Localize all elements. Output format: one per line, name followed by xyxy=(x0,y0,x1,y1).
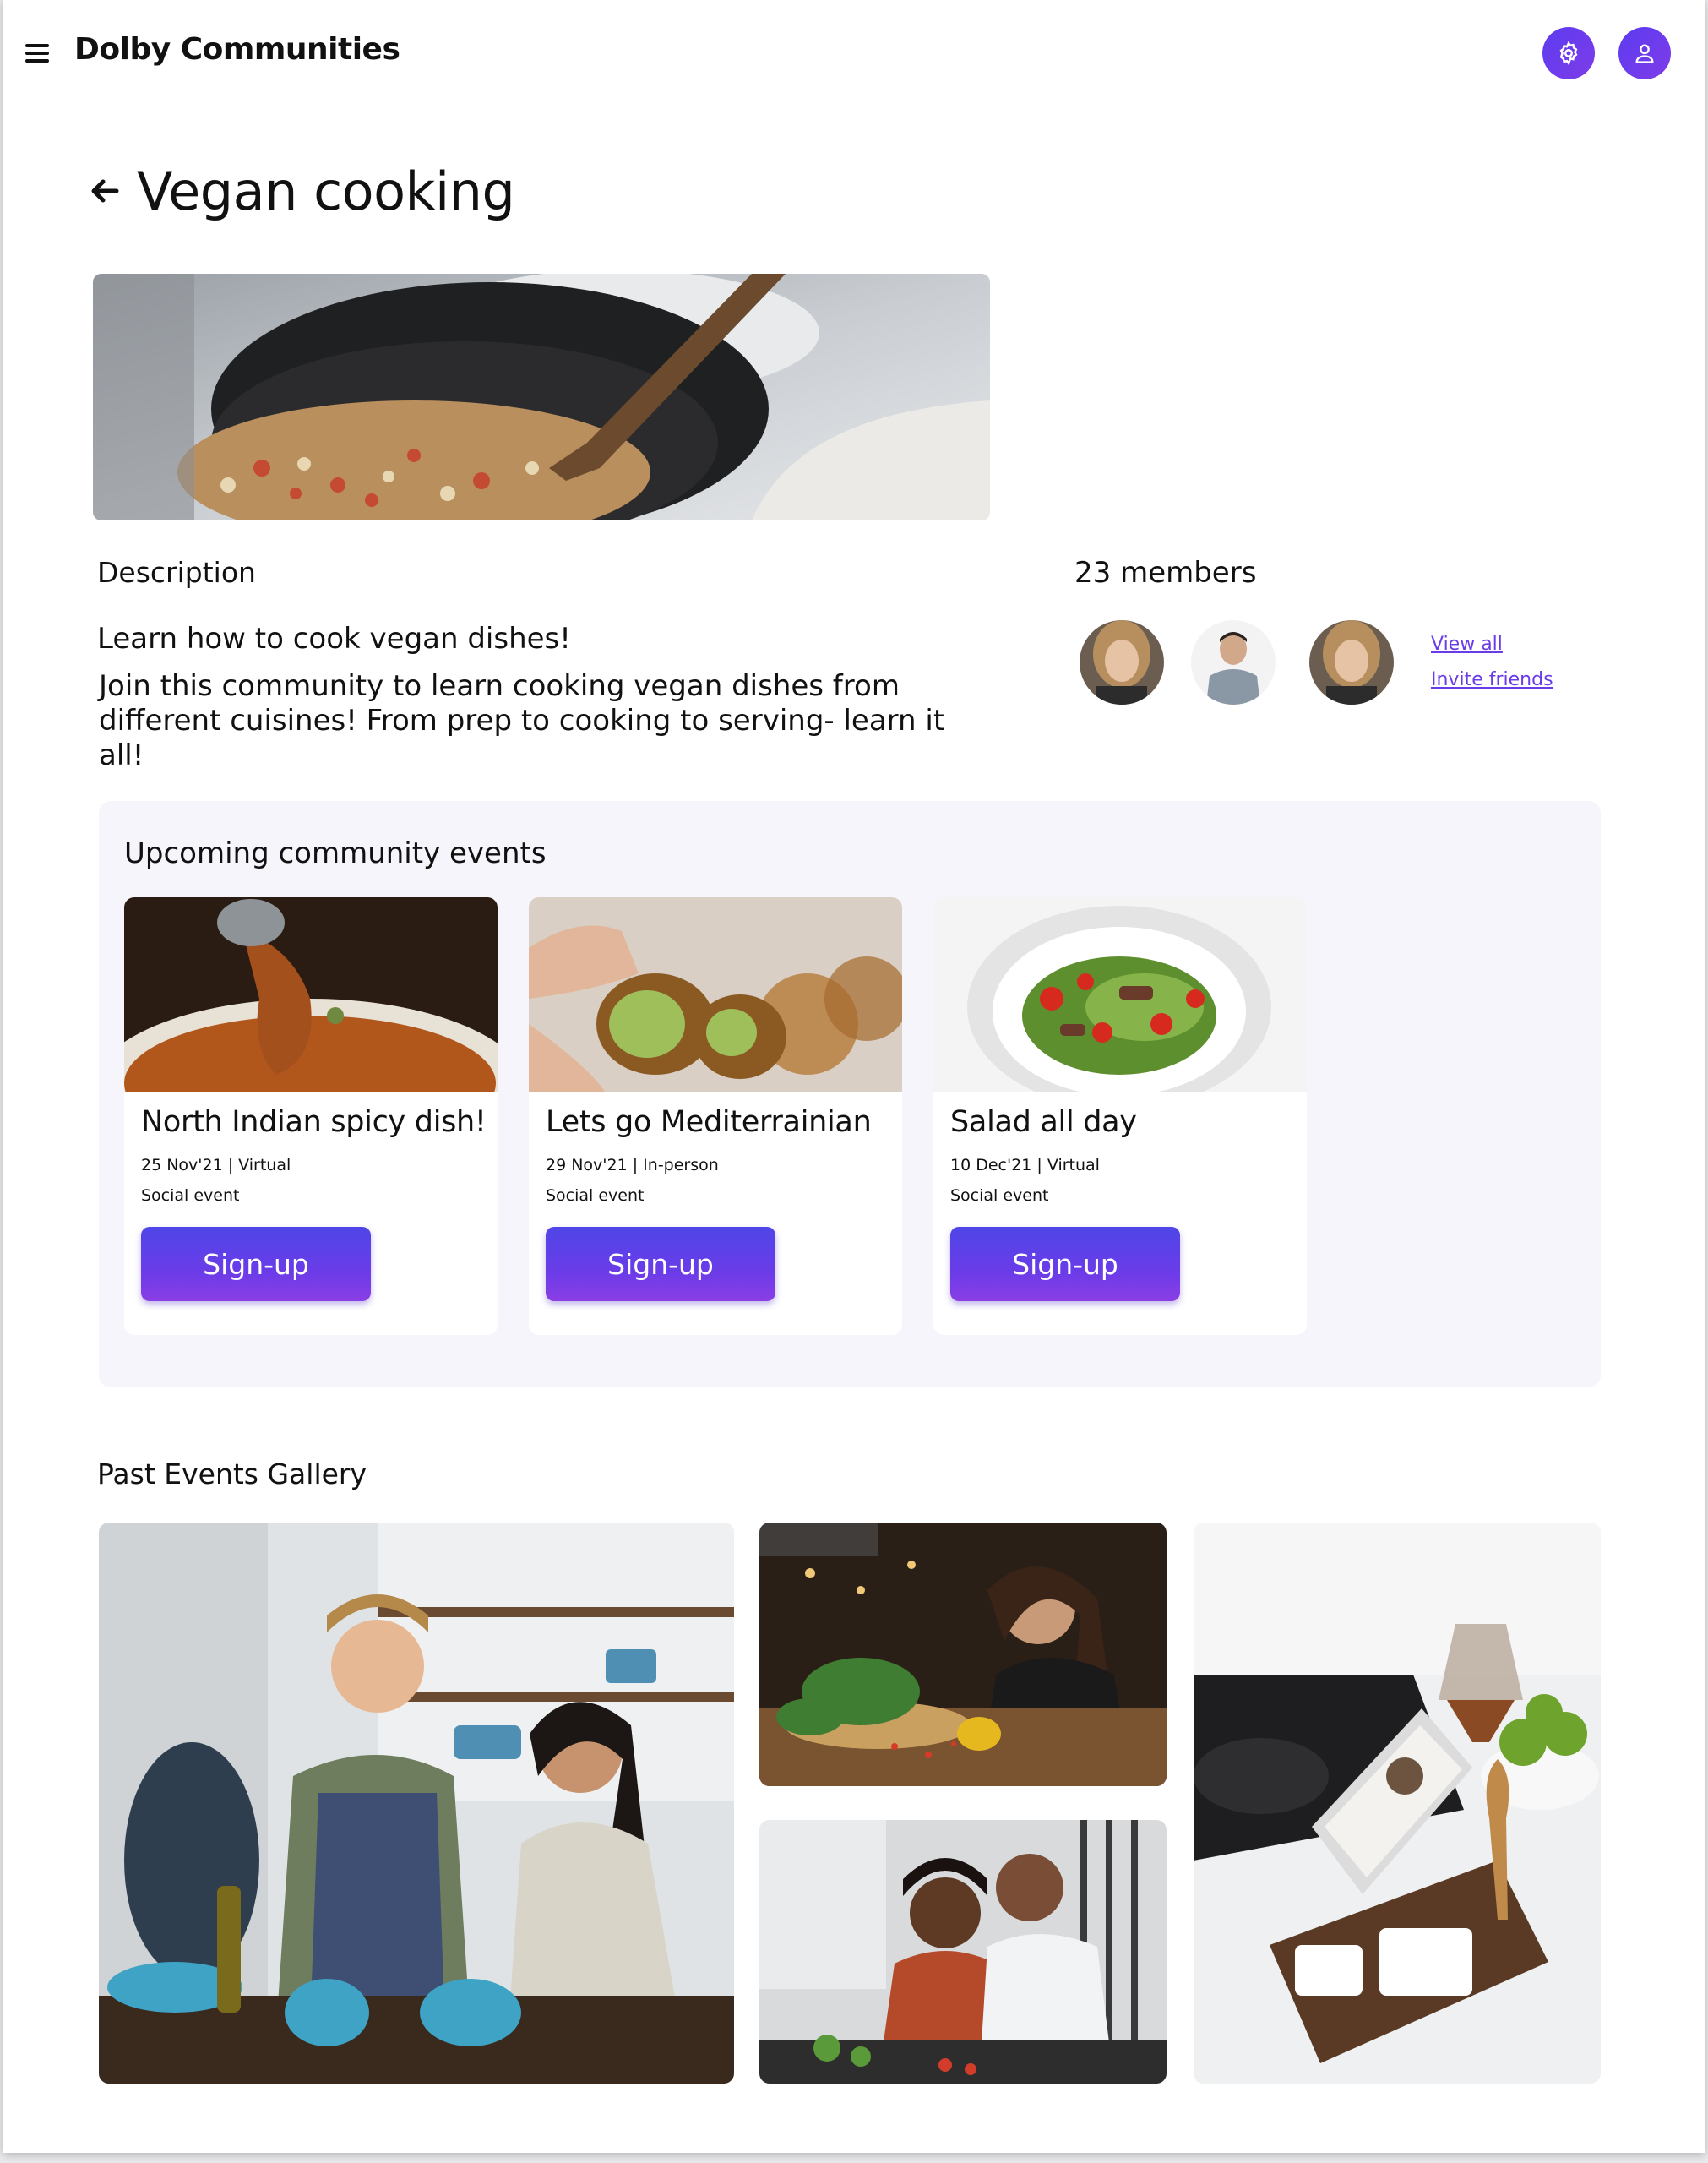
description-line-2: Join this community to learn cooking veg… xyxy=(99,669,945,772)
page-title: Vegan cooking xyxy=(137,161,515,222)
sign-up-button[interactable]: Sign-up xyxy=(546,1227,775,1301)
event-date-location: 10 Dec'21 | Virtual xyxy=(950,1156,1100,1174)
event-card: Lets go Mediterrainian 29 Nov'21 | In-pe… xyxy=(529,897,902,1335)
hero-image xyxy=(93,274,990,520)
gallery-image[interactable] xyxy=(1194,1523,1601,2084)
event-type: Social event xyxy=(546,1186,645,1205)
user-icon xyxy=(1635,44,1654,63)
description-heading: Description xyxy=(97,556,256,589)
event-type: Social event xyxy=(950,1186,1049,1205)
event-title: Salad all day xyxy=(950,1105,1137,1139)
event-title: North Indian spicy dish! xyxy=(141,1105,487,1139)
gallery-image[interactable] xyxy=(759,1820,1167,2084)
gear-icon xyxy=(1559,41,1578,66)
event-date-location: 29 Nov'21 | In-person xyxy=(546,1156,719,1174)
app-title: Dolby Communities xyxy=(74,32,400,67)
hamburger-menu-icon[interactable] xyxy=(25,44,51,63)
sign-up-button[interactable]: Sign-up xyxy=(141,1227,371,1301)
event-type: Social event xyxy=(141,1186,240,1205)
members-count-heading: 23 members xyxy=(1074,556,1257,590)
event-date-location: 25 Nov'21 | Virtual xyxy=(141,1156,291,1174)
event-image xyxy=(124,897,498,1092)
member-avatar[interactable] xyxy=(1191,620,1276,705)
upcoming-events-heading: Upcoming community events xyxy=(124,836,547,870)
event-card: North Indian spicy dish! 25 Nov'21 | Vir… xyxy=(124,897,498,1335)
settings-button[interactable] xyxy=(1542,27,1595,79)
event-image xyxy=(529,897,902,1092)
gallery-image[interactable] xyxy=(759,1523,1167,1786)
member-avatar[interactable] xyxy=(1080,620,1164,705)
event-image xyxy=(933,897,1307,1092)
description-line-1: Learn how to cook vegan dishes! xyxy=(97,622,571,656)
member-avatar[interactable] xyxy=(1309,620,1394,705)
event-title: Lets go Mediterrainian xyxy=(546,1105,872,1139)
event-card: Salad all day 10 Dec'21 | Virtual Social… xyxy=(933,897,1307,1335)
sign-up-button[interactable]: Sign-up xyxy=(950,1227,1180,1301)
profile-button[interactable] xyxy=(1618,27,1671,79)
app-window: Dolby Communities Vegan cooking Descript… xyxy=(3,0,1705,2153)
arrow-left-icon[interactable] xyxy=(88,174,122,208)
invite-friends-link[interactable]: Invite friends xyxy=(1431,669,1553,690)
gallery-image[interactable] xyxy=(99,1523,734,2084)
view-all-members-link[interactable]: View all xyxy=(1431,634,1503,655)
gallery-heading: Past Events Gallery xyxy=(97,1457,367,1490)
